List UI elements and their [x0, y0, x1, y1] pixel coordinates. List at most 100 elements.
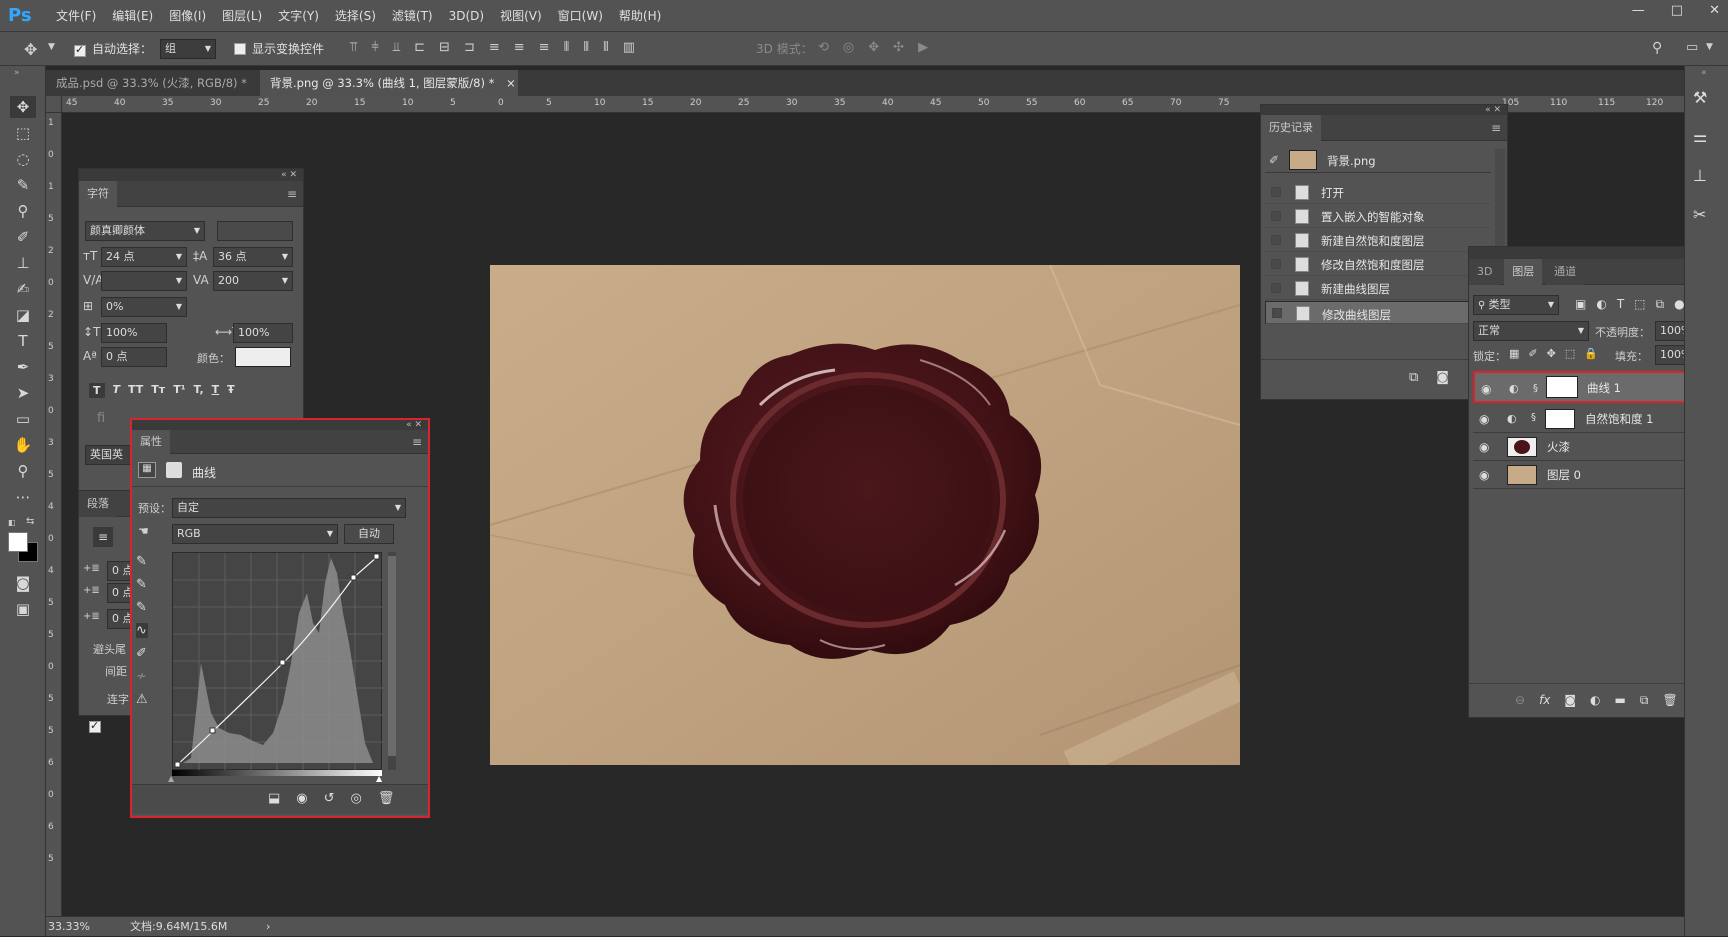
rectangle-tool-icon[interactable]: ▭: [10, 408, 36, 430]
tab-layers[interactable]: 图层: [1504, 259, 1543, 285]
panel-collapse-bar[interactable]: « ✕: [1469, 247, 1711, 259]
underline-button[interactable]: T: [212, 383, 220, 398]
tracking-field[interactable]: 200 ▼: [213, 271, 293, 291]
close-icon[interactable]: ×: [506, 76, 516, 90]
menu-image[interactable]: 图像(I): [161, 0, 214, 32]
hand-tool-icon[interactable]: ✋: [10, 434, 36, 456]
lock-position-icon[interactable]: ✥: [1547, 347, 1556, 360]
show-transform-checkbox[interactable]: [234, 43, 246, 55]
tab-document-1[interactable]: 成品.psd @ 33.3% (火漆, RGB/8) * ×: [46, 70, 268, 96]
history-item[interactable]: 打开: [1265, 181, 1491, 204]
distribute-right-icon[interactable]: ⦀: [603, 40, 609, 55]
menu-help[interactable]: 帮助(H): [611, 0, 669, 32]
smooth-curve-icon[interactable]: ≁: [136, 669, 148, 684]
filter-adjustment-icon[interactable]: ◐: [1596, 297, 1606, 312]
stamp-tool-icon[interactable]: ⊥: [10, 252, 36, 274]
default-colors-icon[interactable]: ◧: [8, 518, 18, 528]
clip-to-layer-icon[interactable]: ⬓: [268, 791, 280, 806]
menu-file[interactable]: 文件(F): [48, 0, 104, 32]
distribute-left-icon[interactable]: ⦀: [564, 40, 570, 55]
pencil-draw-icon[interactable]: ✐: [136, 646, 148, 661]
faux-italic-button[interactable]: T: [113, 383, 121, 398]
distribute-vcenter-icon[interactable]: ≡: [514, 40, 525, 55]
adjustments-icon[interactable]: ⚌: [1693, 127, 1707, 146]
panel-menu-icon[interactable]: ≡: [287, 181, 297, 207]
align-hcenter-icon[interactable]: ⊟: [439, 40, 450, 55]
all-caps-button[interactable]: TT: [128, 383, 143, 398]
leading-field[interactable]: 36 点 ▼: [213, 247, 293, 267]
align-bottom-icon[interactable]: ⫫: [393, 40, 400, 55]
menu-filter[interactable]: 滤镜(T): [384, 0, 441, 32]
history-item-selected[interactable]: 修改曲线图层: [1265, 301, 1491, 324]
workspace-chevron-icon[interactable]: ▼: [1706, 42, 1713, 52]
chain-link-icon[interactable]: §: [1533, 380, 1538, 398]
properties-scrollbar[interactable]: [388, 552, 396, 770]
menu-3d[interactable]: 3D(D): [441, 0, 492, 32]
auto-select-checkbox[interactable]: [74, 43, 86, 57]
tab-properties[interactable]: 属性: [132, 430, 170, 454]
menu-select[interactable]: 选择(S): [327, 0, 384, 32]
tab-history[interactable]: 历史记录: [1261, 115, 1321, 141]
move-tool-icon[interactable]: ✥: [24, 40, 37, 59]
tool-presets-icon[interactable]: ✂: [1693, 205, 1707, 224]
maximize-button[interactable]: □: [1671, 0, 1683, 22]
move-tool-icon[interactable]: ✥: [10, 96, 36, 118]
layer-mask-thumbnail[interactable]: [1546, 376, 1578, 398]
lock-image-icon[interactable]: ✐: [1528, 347, 1537, 360]
link-layers-icon[interactable]: ⊖: [1515, 693, 1525, 708]
panel-menu-icon[interactable]: ≡: [412, 430, 422, 454]
camera-icon[interactable]: ◙: [1436, 370, 1449, 385]
brush-settings-icon[interactable]: ⚒: [1693, 88, 1707, 107]
minimize-button[interactable]: —: [1632, 0, 1645, 22]
align-right-icon[interactable]: ⊐: [464, 40, 475, 55]
filter-shape-icon[interactable]: ⬚: [1634, 297, 1645, 312]
white-slider-icon[interactable]: ▲: [376, 774, 382, 783]
tab-3d[interactable]: 3D: [1469, 259, 1501, 285]
font-style-dropdown[interactable]: [217, 221, 293, 241]
3d-pan-icon[interactable]: ✥: [868, 40, 879, 55]
ligature-icon[interactable]: fi: [97, 411, 105, 426]
delete-icon[interactable]: 🗑: [378, 791, 395, 806]
history-item[interactable]: 新建曲线图层: [1265, 277, 1491, 300]
foreground-color-swatch[interactable]: [8, 532, 28, 552]
target-adjust-icon[interactable]: ☚: [138, 524, 149, 538]
document-image[interactable]: [490, 265, 1240, 765]
font-size-field[interactable]: 24 点 ▼: [101, 247, 187, 267]
collapse-icon[interactable]: «: [1701, 68, 1707, 78]
vertical-scale-field[interactable]: 100%: [101, 323, 167, 343]
collapse-icon[interactable]: »: [14, 68, 20, 78]
close-window-button[interactable]: ✕: [1709, 0, 1720, 22]
menu-layer[interactable]: 图层(L): [214, 0, 270, 32]
panel-collapse-bar[interactable]: « ✕: [79, 169, 303, 181]
align-top-icon[interactable]: ⫪: [350, 40, 357, 55]
menu-edit[interactable]: 编辑(E): [104, 0, 161, 32]
layer-row-curves[interactable]: ◉ ◐ § 曲线 1: [1473, 371, 1709, 403]
distribute-hcenter-icon[interactable]: ⦀: [583, 40, 589, 55]
type-tool-icon[interactable]: T: [10, 330, 36, 352]
language-dropdown[interactable]: 英国英: [85, 445, 135, 465]
layer-mask-thumbnail[interactable]: [1545, 409, 1575, 429]
path-select-tool-icon[interactable]: ➤: [10, 382, 36, 404]
clone-source-icon[interactable]: ⊥: [1693, 166, 1707, 185]
auto-align-icon[interactable]: ▥: [623, 40, 635, 55]
panel-menu-icon[interactable]: ≡: [1491, 115, 1501, 141]
screen-mode-icon[interactable]: ▣: [10, 598, 36, 620]
quick-mask-icon[interactable]: ◙: [10, 572, 36, 594]
tsume-field[interactable]: 0% ▼: [101, 297, 187, 317]
eraser-tool-icon[interactable]: ◪: [10, 304, 36, 326]
filter-pixel-icon[interactable]: ▣: [1575, 297, 1586, 312]
auto-button[interactable]: 自动: [344, 524, 394, 544]
swap-colors-icon[interactable]: ⇆: [26, 516, 34, 527]
3d-slide-icon[interactable]: ✣: [893, 40, 904, 55]
pen-tool-icon[interactable]: ✒: [10, 356, 36, 378]
history-snapshot[interactable]: ✐ 背景.png: [1265, 147, 1491, 173]
font-family-dropdown[interactable]: 颜真卿颜体 ▼: [85, 221, 205, 241]
faux-bold-button[interactable]: T: [89, 383, 105, 398]
eyedropper-tool-icon[interactable]: ⚲: [10, 200, 36, 222]
panel-collapse-bar[interactable]: « ✕: [1261, 105, 1507, 115]
layer-row-vibrance[interactable]: ◉ ◐ § 自然饱和度 1: [1473, 405, 1701, 433]
chain-link-icon[interactable]: §: [1531, 412, 1536, 423]
mask-icon[interactable]: [166, 462, 182, 478]
visibility-eye-icon[interactable]: ◉: [1481, 380, 1491, 398]
history-item[interactable]: 新建自然饱和度图层: [1265, 229, 1491, 252]
